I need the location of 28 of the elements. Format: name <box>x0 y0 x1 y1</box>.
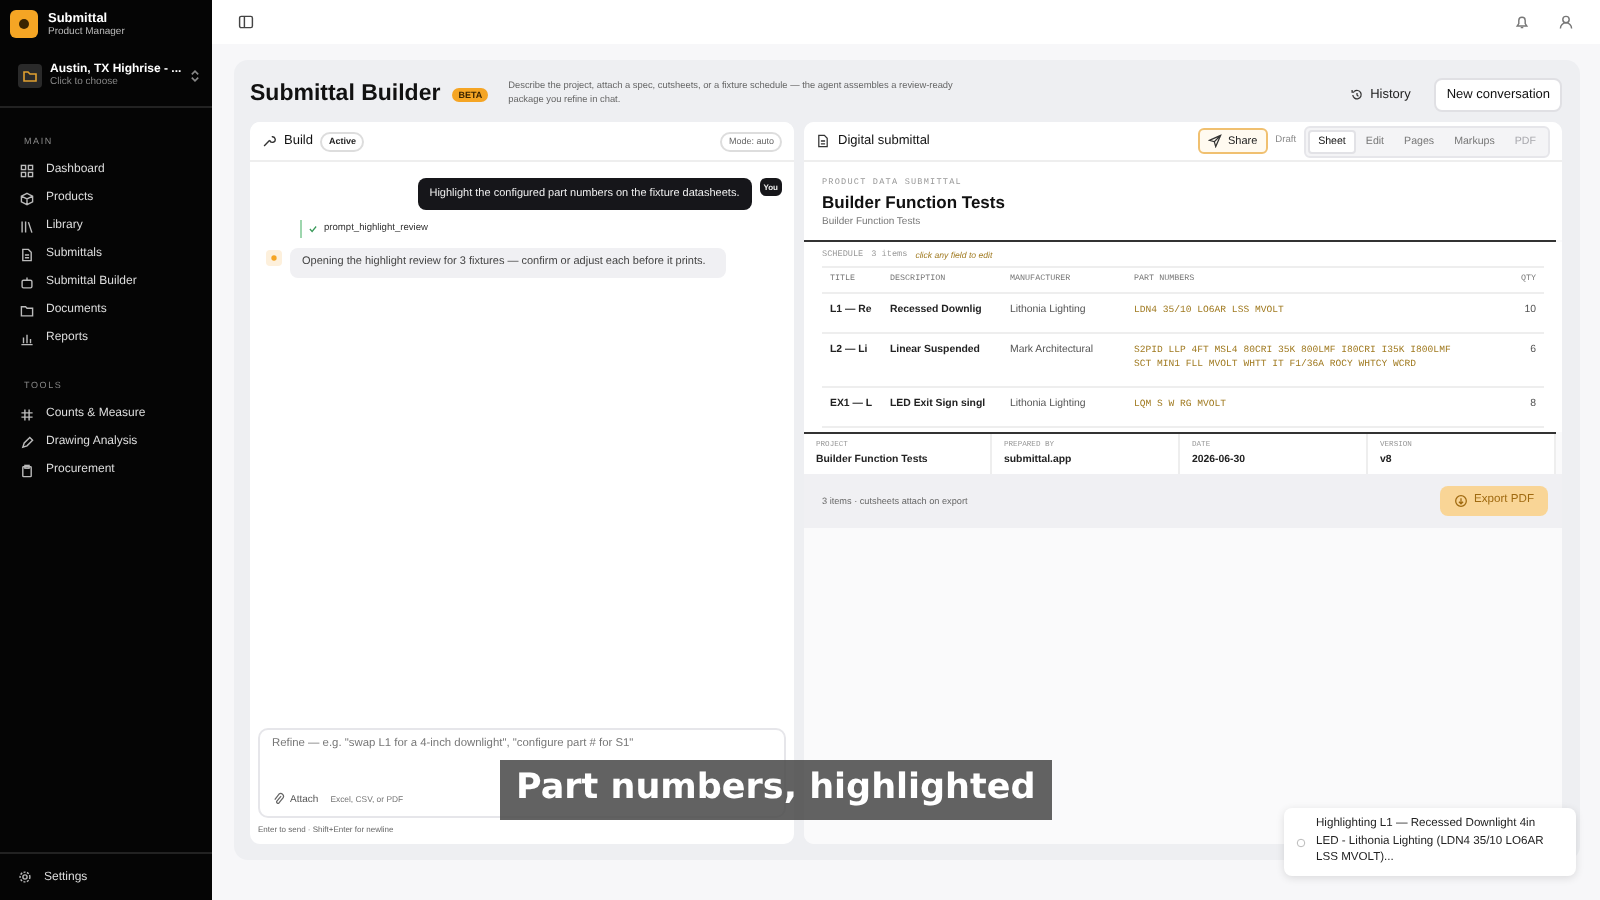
document-icon <box>20 247 34 261</box>
books-icon <box>20 219 34 233</box>
spinner-icon <box>1296 837 1306 848</box>
folder-icon <box>20 303 34 317</box>
folder-icon <box>18 64 42 88</box>
bar-chart-icon <box>20 331 34 345</box>
check-icon <box>308 224 318 234</box>
settings-icon <box>18 870 32 884</box>
chevron-updown-icon <box>190 68 200 84</box>
pen-icon <box>20 435 34 449</box>
download-icon <box>1454 493 1469 508</box>
paperclip-icon <box>272 792 286 806</box>
send-icon <box>1207 134 1222 148</box>
sidebar-toggle-icon[interactable] <box>238 14 254 30</box>
caption-overlay: Part numbers, highlighted <box>500 760 1052 820</box>
document-title: Builder Function Tests <box>822 192 1007 212</box>
agent-avatar-icon <box>266 250 282 266</box>
robot-icon <box>20 275 34 289</box>
user-icon[interactable] <box>1558 14 1574 30</box>
page-title: Submittal Builder <box>250 82 441 106</box>
clipboard-icon <box>20 463 34 477</box>
logo-icon <box>10 10 38 38</box>
cube-icon <box>20 191 34 205</box>
bell-icon[interactable] <box>1514 14 1530 30</box>
document-icon <box>816 134 830 148</box>
history-icon <box>1350 87 1365 101</box>
grid-icon <box>20 163 34 177</box>
hash-icon <box>20 407 34 421</box>
